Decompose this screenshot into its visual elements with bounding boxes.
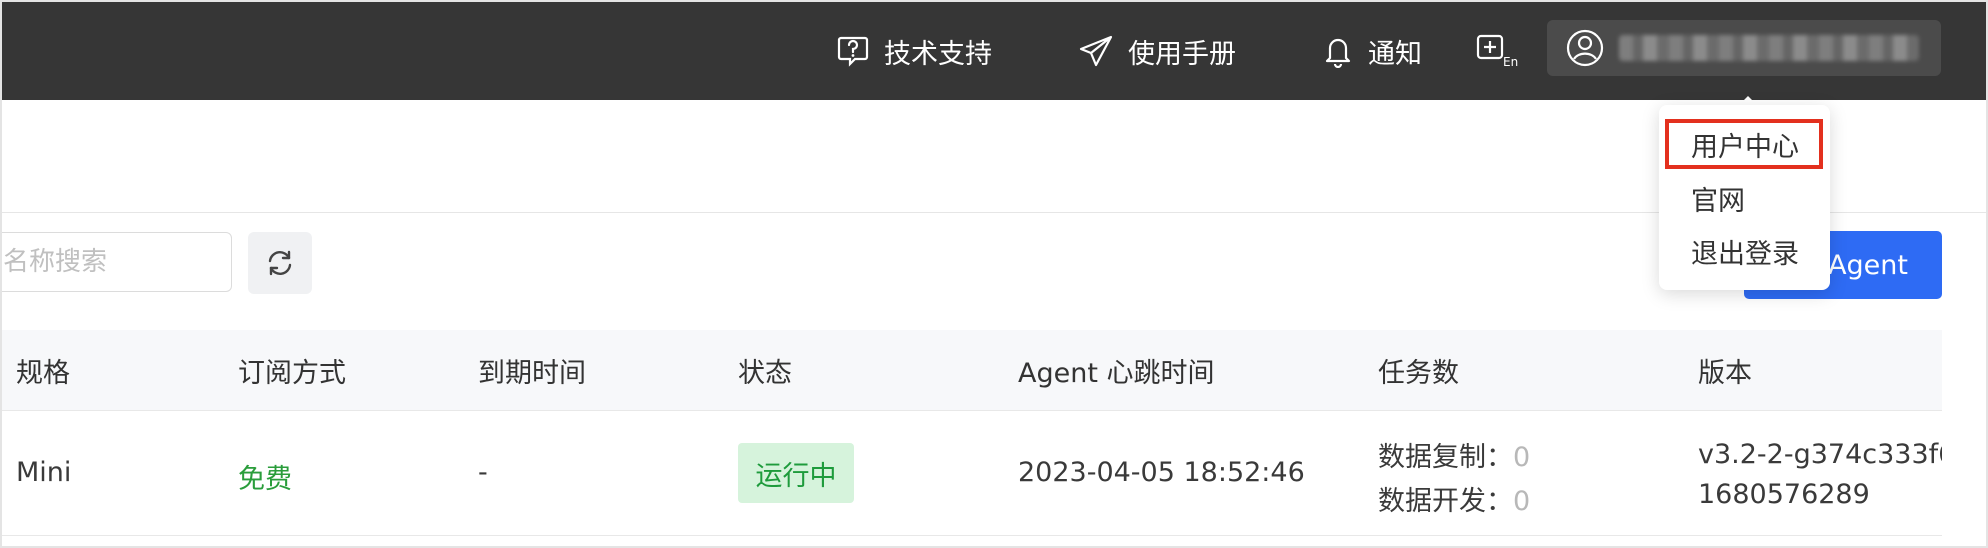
tech-support-link[interactable]: 技术支持	[836, 2, 992, 100]
task-dev-line: 数据开发：0	[1378, 479, 1530, 518]
cell-expire: -	[478, 457, 488, 488]
user-dropdown-menu: 用户中心 官网 退出登录	[1659, 105, 1830, 290]
username-blurred	[1619, 35, 1919, 61]
cell-version: v3.2-2-g374c333f6 1680576289	[1698, 439, 1942, 509]
version-string: v3.2-2-g374c333f6	[1698, 439, 1942, 470]
menu-item-logout[interactable]: 退出登录	[1691, 232, 1799, 271]
paper-plane-icon	[1079, 35, 1113, 67]
help-bubble-icon	[837, 36, 869, 67]
refresh-button[interactable]	[248, 232, 312, 294]
user-manual-link[interactable]: 使用手册	[1078, 2, 1236, 100]
tech-support-label: 技术支持	[884, 38, 992, 70]
notifications-link[interactable]: 通知	[1322, 2, 1422, 100]
version-build: 1680576289	[1698, 479, 1870, 509]
col-header-subscription[interactable]: 订阅方式	[238, 330, 346, 410]
menu-item-official-site[interactable]: 官网	[1691, 179, 1745, 218]
table-row[interactable]: Mini 免费 - 运行中 2023-04-05 18:52:46 数据复制：0…	[2, 411, 1942, 536]
col-header-expire[interactable]: 到期时间	[478, 330, 586, 410]
status-badge: 运行中	[738, 443, 854, 503]
notifications-label: 通知	[1368, 38, 1422, 70]
language-switch[interactable]: En	[1476, 2, 1532, 100]
user-avatar-icon	[1566, 29, 1604, 67]
user-manual-label: 使用手册	[1128, 38, 1236, 70]
task-copy-line: 数据复制：0	[1378, 435, 1530, 474]
create-agent-label: Agent	[1828, 249, 1908, 281]
name-search-input[interactable]	[2, 232, 232, 292]
col-header-spec[interactable]: 规格	[16, 330, 70, 410]
col-header-heartbeat[interactable]: Agent 心跳时间	[1018, 330, 1215, 410]
table-header: 规格 订阅方式 到期时间 状态 Agent 心跳时间 任务数 版本	[2, 330, 1942, 411]
col-header-status[interactable]: 状态	[738, 330, 792, 410]
bell-icon	[1325, 38, 1351, 68]
cell-subscription: 免费	[238, 464, 292, 495]
task-dev-count[interactable]: 0	[1513, 486, 1530, 517]
col-header-version[interactable]: 版本	[1698, 330, 1752, 410]
app-frame: 技术支持 使用手册 通知 En 名称搜索 Agent 规格 订阅方式 到期时间 …	[0, 0, 1988, 548]
top-nav-bar: 技术支持 使用手册 通知 En	[2, 2, 1986, 100]
task-copy-label: 数据复制：	[1378, 442, 1513, 473]
cell-heartbeat: 2023-04-05 18:52:46	[1018, 457, 1305, 488]
task-copy-count[interactable]: 0	[1513, 442, 1530, 473]
refresh-icon	[268, 250, 292, 276]
task-dev-label: 数据开发：	[1378, 486, 1513, 517]
user-account-button[interactable]	[1547, 20, 1941, 76]
menu-item-user-center[interactable]: 用户中心	[1691, 125, 1799, 164]
col-header-tasks[interactable]: 任务数	[1378, 330, 1459, 410]
language-en-icon: En	[1476, 34, 1518, 69]
svg-text:En: En	[1503, 55, 1518, 69]
cell-spec: Mini	[16, 457, 72, 488]
